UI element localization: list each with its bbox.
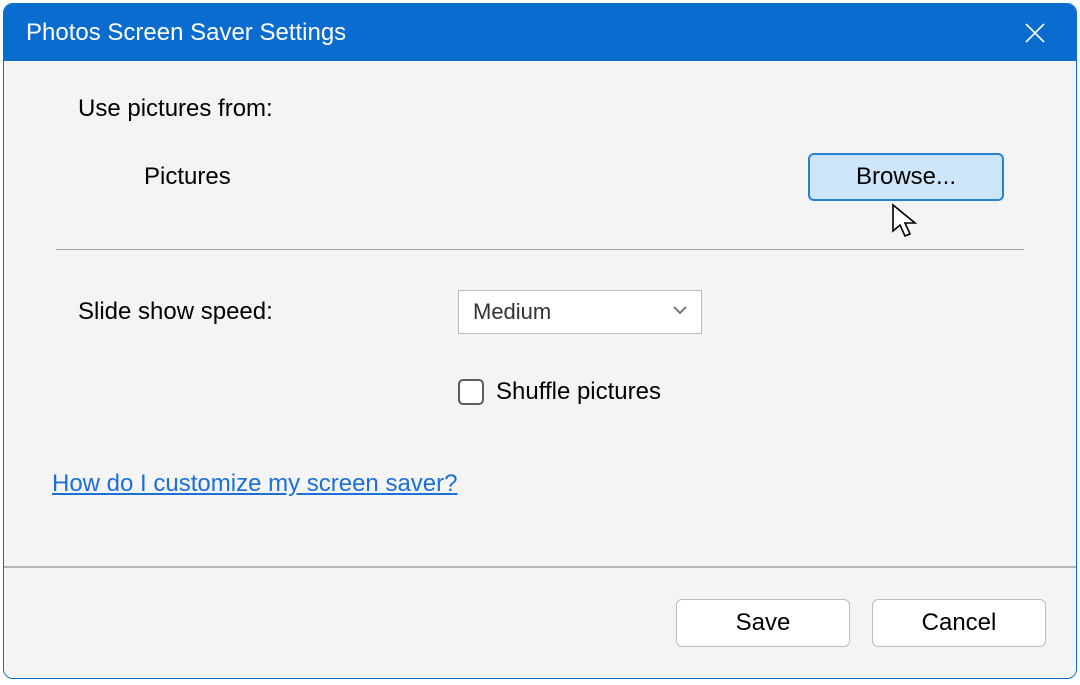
close-icon [1024,22,1046,44]
speed-value: Medium [473,299,551,325]
help-link[interactable]: How do I customize my screen saver? [52,470,457,498]
chevron-down-icon [671,299,689,325]
titlebar: Photos Screen Saver Settings [4,4,1076,61]
dialog-content: Use pictures from: Pictures Browse... Sl… [4,61,1076,566]
divider [56,249,1024,250]
speed-row: Slide show speed: Medium [78,290,1024,334]
dialog-window: Photos Screen Saver Settings Use picture… [3,3,1077,679]
speed-dropdown[interactable]: Medium [458,290,702,334]
cancel-button[interactable]: Cancel [872,599,1046,647]
shuffle-checkbox[interactable] [458,379,484,405]
shuffle-row: Shuffle pictures [458,378,1024,406]
save-button[interactable]: Save [676,599,850,647]
browse-button[interactable]: Browse... [808,153,1004,201]
folder-name-value: Pictures [144,163,231,191]
speed-label: Slide show speed: [78,298,458,326]
close-button[interactable] [1012,10,1058,56]
use-pictures-label: Use pictures from: [78,95,1024,123]
shuffle-label: Shuffle pictures [496,378,661,406]
window-title: Photos Screen Saver Settings [26,19,346,47]
folder-row: Pictures Browse... [144,153,1004,201]
dialog-footer: Save Cancel [4,566,1076,678]
